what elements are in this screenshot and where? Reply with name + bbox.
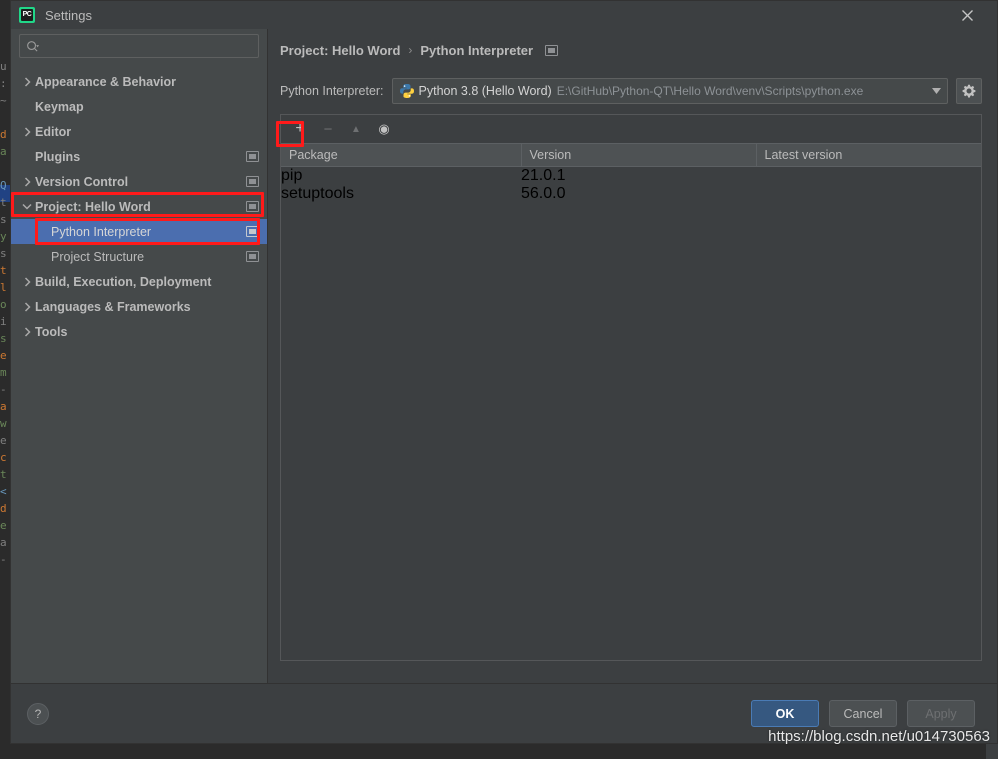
modified-settings-icon <box>246 201 259 212</box>
upgrade-package-button: ▲ <box>351 123 361 135</box>
interpreter-select[interactable]: Python 3.8 (Hello Word) E:\GitHub\Python… <box>391 78 948 104</box>
screen: u : ~ d a Q t s y s t l o i s e m - a w … <box>0 0 998 759</box>
chevron-right-icon[interactable] <box>19 126 35 137</box>
chevron-down-icon[interactable] <box>925 79 947 103</box>
sidebar-item-label: Tools <box>35 324 68 339</box>
settings-dialog: PC Settings Appearance & Behavior Keymap… <box>10 0 998 744</box>
cell-version: 21.0.1 <box>521 167 566 184</box>
interpreter-path: E:\GitHub\Python-QT\Hello Word\venv\Scri… <box>556 84 864 98</box>
sidebar-item-build-execution-deployment[interactable]: Build, Execution, Deployment <box>11 269 267 294</box>
remove-package-button: − <box>323 120 333 138</box>
sidebar-item-plugins[interactable]: Plugins <box>11 144 267 169</box>
column-header-latest-version[interactable]: Latest version <box>755 143 981 167</box>
sidebar-item-label: Editor <box>35 124 72 139</box>
search-input[interactable] <box>43 39 252 53</box>
breadcrumb: Project: Hello Word › Python Interpreter <box>280 29 982 71</box>
breadcrumb-current: Python Interpreter <box>420 42 534 58</box>
search-icon <box>27 40 39 52</box>
close-icon[interactable] <box>947 1 987 29</box>
sidebar-item-version-control[interactable]: Version Control <box>11 169 267 194</box>
sidebar-item-languages-frameworks[interactable]: Languages & Frameworks <box>11 294 267 319</box>
sidebar-item-label: Plugins <box>35 149 81 164</box>
chevron-right-icon[interactable] <box>19 276 35 287</box>
chevron-right-icon[interactable] <box>19 76 35 87</box>
settings-tree: Appearance & Behavior Keymap Editor Plugins… <box>11 66 267 683</box>
sidebar-item-project-hello-word[interactable]: Project: Hello Word <box>11 194 267 219</box>
apply-button: Apply <box>907 700 975 727</box>
chevron-down-icon[interactable] <box>19 203 35 210</box>
sidebar-item-label: Version Control <box>35 174 129 189</box>
packages-table-body: pip 21.0.1 setuptools 56.0.0 <box>281 167 981 203</box>
packages-table: Package Version Latest version <box>281 143 981 167</box>
modified-settings-icon <box>246 151 259 162</box>
sidebar-item-label: Languages & Frameworks <box>35 299 191 314</box>
settings-content-pane: Project: Hello Word › Python Interpreter… <box>268 29 997 683</box>
column-header-package[interactable]: Package <box>281 143 522 167</box>
packages-toolbar: + − ▲ ◉ <box>281 115 981 143</box>
table-row[interactable]: pip 21.0.1 <box>281 167 981 185</box>
pycharm-logo-text: PC <box>21 9 33 21</box>
modified-settings-icon <box>246 226 259 237</box>
sidebar-item-label: Appearance & Behavior <box>35 74 177 89</box>
dialog-titlebar: PC Settings <box>11 1 997 29</box>
dialog-action-buttons: OK Cancel Apply <box>751 700 975 727</box>
breadcrumb-parent[interactable]: Project: Hello Word <box>280 43 400 58</box>
cell-package: setuptools <box>281 185 354 202</box>
cancel-button[interactable]: Cancel <box>829 700 897 727</box>
cell-version: 56.0.0 <box>521 185 566 202</box>
packages-rows-container[interactable]: pip 21.0.1 setuptools 56.0.0 <box>281 167 981 660</box>
modified-settings-icon <box>545 44 559 56</box>
packages-header-row: Package Version Latest version <box>281 143 981 167</box>
modified-settings-icon <box>246 251 259 262</box>
sidebar-item-label: Keymap <box>35 99 84 114</box>
modified-settings-icon <box>246 176 259 187</box>
table-row[interactable]: setuptools 56.0.0 <box>281 185 981 203</box>
sidebar-item-appearance-behavior[interactable]: Appearance & Behavior <box>11 69 267 94</box>
settings-sidebar: Appearance & Behavior Keymap Editor Plugins… <box>11 29 268 683</box>
dialog-body: Appearance & Behavior Keymap Editor Plugins… <box>11 29 997 683</box>
sidebar-item-label: Build, Execution, Deployment <box>35 274 212 289</box>
show-early-releases-button[interactable]: ◉ <box>371 118 397 140</box>
sidebar-item-label: Project Structure <box>51 249 145 264</box>
cell-latest <box>756 167 981 185</box>
gear-icon[interactable] <box>956 78 982 104</box>
sidebar-item-project-structure[interactable]: Project Structure <box>11 244 267 269</box>
breadcrumb-separator: › <box>408 43 413 57</box>
dialog-footer: ? OK Cancel Apply <box>11 683 997 743</box>
dialog-title: Settings <box>45 7 92 23</box>
ok-button[interactable]: OK <box>751 700 819 727</box>
python-icon <box>399 83 415 99</box>
cell-package: pip <box>281 167 303 184</box>
sidebar-item-python-interpreter[interactable]: Python Interpreter <box>11 219 267 244</box>
sidebar-item-label: Python Interpreter <box>51 224 152 239</box>
interpreter-label: Python Interpreter: <box>280 84 384 98</box>
add-package-button[interactable]: + <box>287 118 313 140</box>
search-box[interactable] <box>19 34 259 58</box>
search-container <box>11 29 267 66</box>
sidebar-item-tools[interactable]: Tools <box>11 319 267 344</box>
chevron-right-icon[interactable] <box>19 301 35 312</box>
interpreter-name: Python 3.8 (Hello Word) <box>418 84 552 98</box>
sidebar-item-editor[interactable]: Editor <box>11 119 267 144</box>
pycharm-logo-icon: PC <box>19 7 35 23</box>
column-header-version[interactable]: Version <box>520 143 757 167</box>
sidebar-item-keymap[interactable]: Keymap <box>11 94 267 119</box>
cell-latest <box>756 185 981 203</box>
sidebar-item-label: Project: Hello Word <box>35 199 151 214</box>
chevron-right-icon[interactable] <box>19 326 35 337</box>
chevron-right-icon[interactable] <box>19 176 35 187</box>
interpreter-row: Python Interpreter: Python 3.8 (Hello Wo… <box>280 71 982 111</box>
help-button[interactable]: ? <box>27 702 49 725</box>
packages-panel: + − ▲ ◉ Package Version Latest version pip 21.… <box>280 114 982 661</box>
